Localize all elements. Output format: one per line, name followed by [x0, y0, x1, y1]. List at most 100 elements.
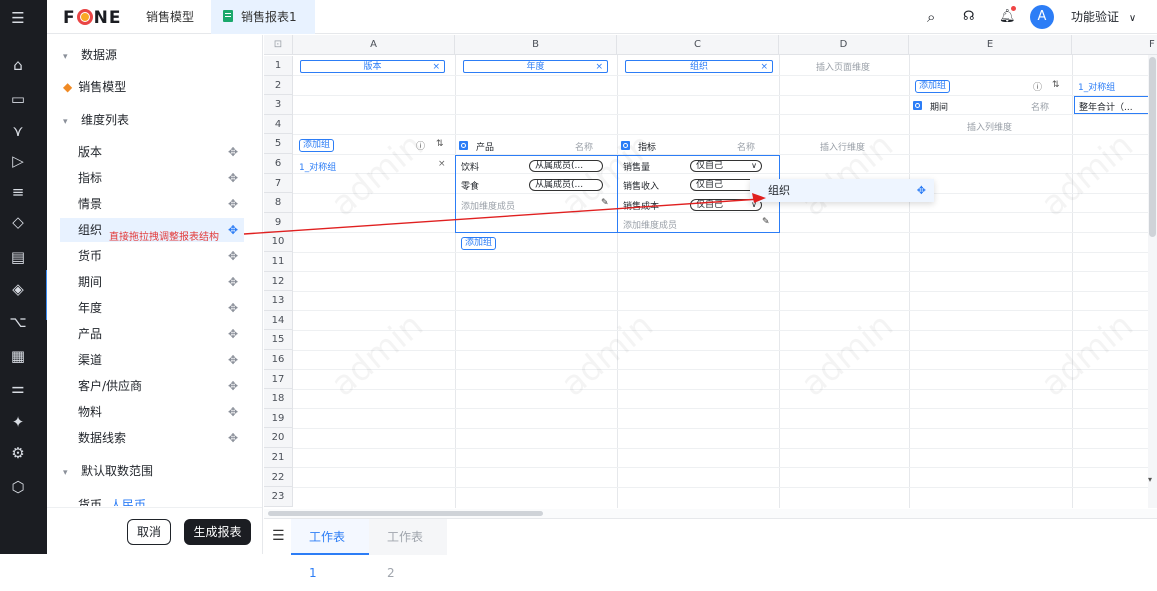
member-mode-select[interactable]: 仅自己 ∨: [690, 160, 762, 172]
folder-icon[interactable]: ▤: [9, 248, 27, 266]
column-header[interactable]: E: [909, 35, 1072, 55]
user-menu[interactable]: 功能验证 ∨: [1071, 0, 1136, 34]
add-member[interactable]: 添加维度成员: [461, 199, 515, 212]
avatar[interactable]: A: [1030, 5, 1054, 29]
home-icon[interactable]: ⌂: [9, 56, 27, 74]
add-member[interactable]: 添加维度成员: [623, 218, 677, 231]
close-icon[interactable]: ×: [595, 61, 603, 73]
page-dim-chip[interactable]: 版本 ×: [300, 60, 445, 73]
row-header[interactable]: 5: [264, 134, 293, 154]
drag-icon[interactable]: ✥: [228, 322, 238, 346]
member-mode-select[interactable]: 从属成员(...: [529, 179, 603, 191]
group-datasource[interactable]: ▾ 数据源: [63, 43, 117, 67]
help-icon[interactable]: ⓘ: [1033, 80, 1042, 93]
drag-icon[interactable]: ✥: [228, 296, 238, 320]
sort-icon[interactable]: ⇅: [436, 139, 444, 149]
dimension-item[interactable]: 客户/供应商 ✥: [60, 374, 244, 398]
dimension-item[interactable]: 情景 ✥: [60, 192, 244, 216]
drag-icon[interactable]: ✥: [228, 166, 238, 190]
insert-col-dim[interactable]: 插入列维度: [967, 120, 1012, 133]
drag-icon[interactable]: ✥: [228, 426, 238, 450]
search-icon[interactable]: ⌕: [927, 0, 935, 34]
page-dim-chip[interactable]: 组织 ×: [625, 60, 773, 73]
tab-sales-model[interactable]: 销售模型: [134, 0, 206, 34]
column-header[interactable]: B: [455, 35, 617, 55]
row-header[interactable]: 2: [264, 75, 293, 96]
scrollbar-thumb[interactable]: [1149, 57, 1156, 237]
page-dim-chip[interactable]: 年度 ×: [463, 60, 608, 73]
row-header[interactable]: 14: [264, 310, 293, 331]
column-header[interactable]: A: [293, 35, 455, 55]
spark-icon[interactable]: ✦: [9, 413, 27, 431]
headset-icon[interactable]: ☊: [963, 0, 975, 34]
add-group-button[interactable]: 添加组: [461, 237, 497, 250]
book-icon[interactable]: ▭: [9, 90, 27, 108]
flow-icon[interactable]: ⋎: [9, 122, 27, 140]
vertical-scrollbar[interactable]: ▾: [1148, 55, 1157, 508]
row-header[interactable]: 11: [264, 252, 293, 272]
table-icon[interactable]: ≡: [9, 183, 27, 201]
row-header[interactable]: 9: [264, 212, 293, 233]
report-grid[interactable]: ⊡ A B C D E F 1 2 3 4 5 6 7 8 9 10 11 12…: [264, 35, 1157, 508]
row-header[interactable]: 18: [264, 389, 293, 409]
row-header[interactable]: 7: [264, 173, 293, 194]
box-icon[interactable]: ⬡: [9, 478, 27, 496]
row-header[interactable]: 3: [264, 95, 293, 115]
dimension-item[interactable]: 指标 ✥: [60, 166, 244, 190]
menu-icon[interactable]: ☰: [9, 9, 27, 27]
drag-icon[interactable]: ✥: [228, 140, 238, 164]
drag-icon[interactable]: ✥: [228, 374, 238, 398]
drag-icon[interactable]: ✥: [228, 348, 238, 372]
sheet-tab[interactable]: 工作表1: [291, 519, 369, 580]
row-header[interactable]: 23: [264, 487, 293, 507]
row-header[interactable]: 4: [264, 114, 293, 135]
sort-icon[interactable]: ⇅: [1052, 80, 1060, 90]
add-group-button[interactable]: 添加组: [299, 139, 335, 152]
close-icon[interactable]: ×: [438, 159, 446, 169]
dimension-item[interactable]: 产品 ✥: [60, 322, 244, 346]
col-member[interactable]: 整年合计（...: [1079, 100, 1133, 113]
row-header[interactable]: 22: [264, 467, 293, 488]
row-header[interactable]: 17: [264, 369, 293, 390]
range-value[interactable]: 人民币: [110, 498, 146, 506]
dimension-item[interactable]: 数据线索 ✥: [60, 426, 244, 450]
group-dimensions[interactable]: ▾ 维度列表: [63, 108, 129, 132]
close-icon[interactable]: ×: [760, 61, 768, 73]
help-icon[interactable]: ⓘ: [416, 139, 425, 152]
share-icon[interactable]: ▷: [9, 152, 27, 170]
settings-icon[interactable]: ⚙: [9, 444, 27, 462]
dimension-item[interactable]: 物料 ✥: [60, 400, 244, 424]
drag-icon[interactable]: ✥: [228, 192, 238, 216]
drag-icon[interactable]: ✥: [228, 400, 238, 424]
row-header[interactable]: 8: [264, 193, 293, 213]
row-header[interactable]: 6: [264, 154, 293, 174]
row-header[interactable]: 12: [264, 271, 293, 292]
row-header[interactable]: 19: [264, 408, 293, 429]
printer-icon[interactable]: ▦: [9, 347, 27, 365]
group-default-range[interactable]: ▾ 默认取数范围: [63, 459, 153, 483]
scrollbar-thumb[interactable]: [268, 511, 543, 516]
row-header[interactable]: 13: [264, 291, 293, 311]
row-header[interactable]: 15: [264, 330, 293, 350]
drag-icon[interactable]: ✥: [228, 218, 238, 242]
row-header[interactable]: 20: [264, 428, 293, 448]
column-header[interactable]: D: [779, 35, 909, 55]
add-group-button[interactable]: 添加组: [915, 80, 951, 93]
column-header[interactable]: C: [617, 35, 779, 55]
menu-icon[interactable]: ☰: [272, 519, 285, 555]
group-name[interactable]: 1_对称组: [299, 160, 336, 173]
dimension-item[interactable]: 年度 ✥: [60, 296, 244, 320]
row-header[interactable]: 21: [264, 448, 293, 468]
row-header[interactable]: 16: [264, 350, 293, 370]
member-mode-select[interactable]: 从属成员(...: [529, 160, 603, 172]
tab-sales-report[interactable]: 销售报表1: [211, 0, 315, 34]
row-header[interactable]: 1: [264, 56, 293, 76]
close-icon[interactable]: ×: [432, 61, 440, 73]
insert-page-dim[interactable]: 插入页面维度: [816, 60, 870, 73]
edit-icon[interactable]: ✎: [601, 198, 609, 208]
row-header[interactable]: 10: [264, 232, 293, 252]
drag-icon[interactable]: ✥: [228, 244, 238, 268]
branch-icon[interactable]: ⌥: [9, 313, 27, 331]
datasource-model[interactable]: ◆ 销售模型: [63, 75, 126, 99]
drag-icon[interactable]: ✥: [228, 270, 238, 294]
